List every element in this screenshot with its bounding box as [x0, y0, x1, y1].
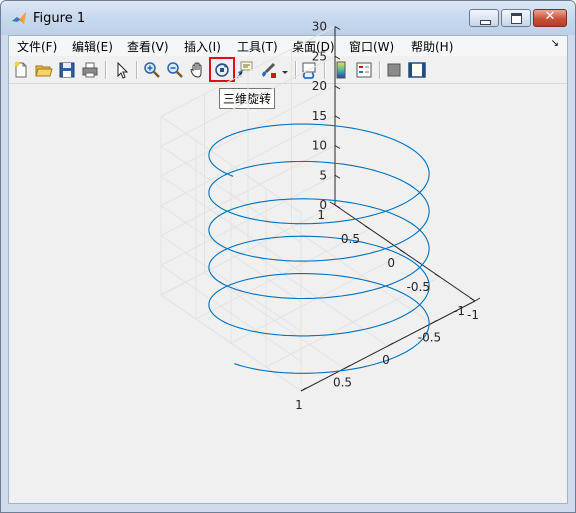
y-tick-labels: -1 -0.5 0 0.5 1	[317, 208, 465, 318]
x-tick-label: -1	[467, 308, 479, 322]
y-tick-mark	[469, 297, 476, 302]
z-tick-label: 25	[312, 49, 327, 63]
x-tick-label: -0.5	[418, 331, 441, 345]
axes-3d[interactable]: 051015202530 -1-0.500.51 -1-0.500.51	[1, 1, 575, 512]
x-tick-mark	[300, 387, 307, 392]
z-tick-label: 30	[312, 20, 327, 34]
z-tick-mark	[334, 26, 341, 30]
y-tick-label: 1	[317, 208, 325, 222]
x-tick-mark	[474, 297, 481, 302]
y-tick-mark	[434, 273, 441, 278]
y-tick-label: 0.5	[341, 232, 360, 246]
y-tick-label: -1	[453, 304, 465, 318]
y-tick-label: -0.5	[407, 280, 430, 294]
x-tick-mark	[387, 342, 394, 347]
x-tick-label: 0	[382, 353, 390, 367]
x-tick-labels: -1 -0.5 0 0.5 1	[295, 308, 479, 412]
y-tick-mark	[399, 249, 406, 254]
x-tick-mark	[344, 365, 350, 369]
y-tick-mark	[364, 225, 371, 230]
z-tick-label: 15	[312, 109, 327, 123]
z-tick-mark	[334, 204, 341, 209]
x-tick-mark	[431, 320, 437, 324]
x-tick-label: 1	[295, 398, 303, 412]
z-tick-mark	[334, 85, 341, 90]
z-tick-label: 20	[312, 79, 327, 93]
z-tick-label: 5	[319, 168, 327, 182]
z-tick-label: 10	[312, 139, 327, 153]
y-tick-mark	[329, 201, 336, 206]
z-tick-mark	[334, 174, 341, 179]
y-tick-label: 0	[387, 256, 395, 270]
z-tick-mark	[334, 115, 341, 120]
figure-window: Figure 1 ✕ 文件(F) 编辑(E) 查看(V) 插入(I) 工具(T)…	[0, 0, 576, 513]
z-tick-mark	[334, 55, 341, 60]
helix-line[interactable]	[208, 123, 430, 374]
x-tick-label: 0.5	[333, 376, 352, 390]
z-tick-mark	[334, 145, 341, 149]
